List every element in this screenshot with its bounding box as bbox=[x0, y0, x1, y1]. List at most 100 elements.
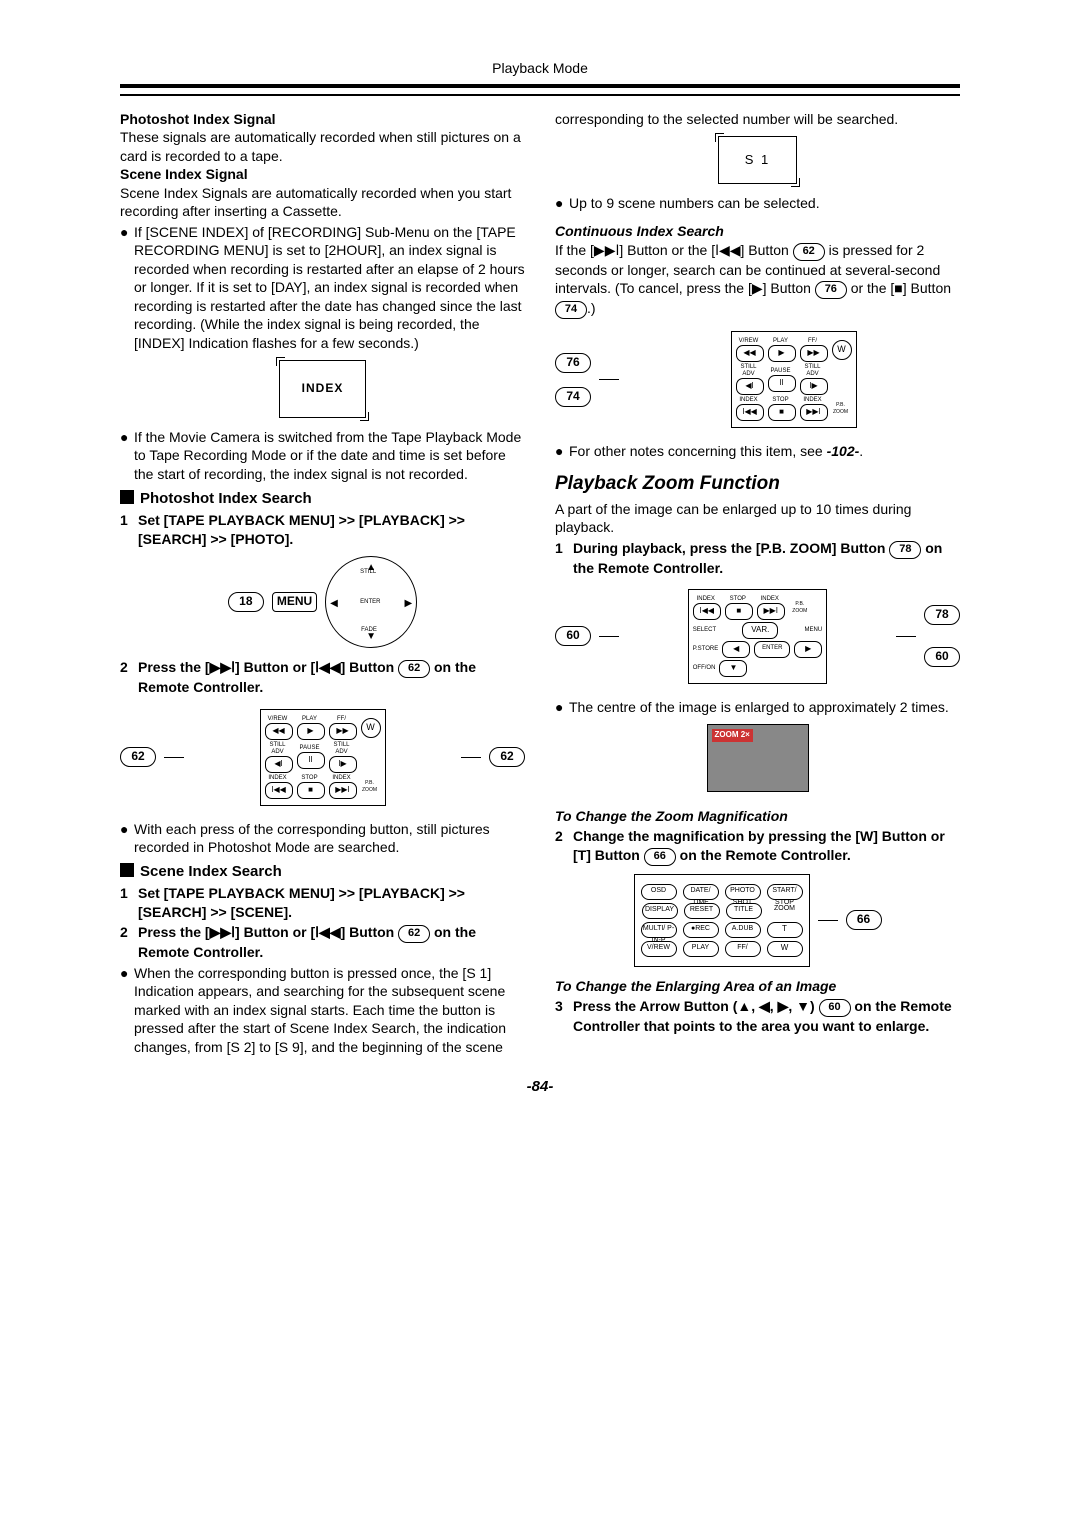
header-rule bbox=[120, 84, 960, 96]
two-column-layout: Photoshot Index Signal These signals are… bbox=[120, 110, 960, 1058]
figure-s1-box: S 1 bbox=[555, 136, 960, 183]
step-text: Press the [▶▶ⅼ] Button or [ⅼ◀◀] Button 6… bbox=[138, 658, 525, 696]
bullet-dot: ● bbox=[555, 442, 569, 460]
bullet-item: ● If [SCENE INDEX] of [RECORDING] Sub-Me… bbox=[120, 223, 525, 352]
paragraph: A part of the image can be enlarged up t… bbox=[555, 500, 960, 537]
step-number: 1 bbox=[555, 539, 573, 577]
paragraph: Scene Index Signals are automatically re… bbox=[120, 184, 525, 221]
step-2: 2 Press the [▶▶ⅼ] Button or [ⅼ◀◀] Button… bbox=[120, 658, 525, 696]
figure-remote-zoom: 60 INDEXⅼ◀◀ STOP■ INDEX▶▶ⅼ P.B. ZOOM SEL… bbox=[555, 585, 960, 688]
remote-icon: V/REW◀◀ PLAY▶ FF/▶▶ W STILL ADV◀ⅼ PAUSEⅼ… bbox=[260, 709, 386, 806]
step-number: 3 bbox=[555, 997, 573, 1035]
step-text: During playback, press the [P.B. ZOOM] B… bbox=[573, 539, 960, 577]
paragraph: These signals are automatically recorded… bbox=[120, 128, 525, 165]
heading-change-enlarging-area: To Change the Enlarging Area of an Image bbox=[555, 977, 960, 995]
ref-callout: 60 bbox=[924, 647, 960, 667]
screen-indicator-box: S 1 bbox=[718, 136, 798, 183]
paragraph: If the [▶▶ⅼ] Button or the [ⅼ◀◀] Button … bbox=[555, 241, 960, 319]
step-text: Press the [▶▶ⅼ] Button or [ⅼ◀◀] Button 6… bbox=[138, 923, 525, 961]
bullet-text: For other notes concerning this item, se… bbox=[569, 442, 960, 460]
leader-line bbox=[461, 757, 481, 758]
w-button-icon: W bbox=[361, 718, 381, 738]
ref-callout: 60 bbox=[819, 999, 851, 1017]
step-number: 1 bbox=[120, 884, 138, 921]
step-text: Set [TAPE PLAYBACK MENU] >> [PLAYBACK] >… bbox=[138, 511, 525, 548]
figure-remote-buttons: 62 V/REW◀◀ PLAY▶ FF/▶▶ W STILL ADV◀ⅼ PAU… bbox=[120, 705, 525, 810]
step-number: 1 bbox=[120, 511, 138, 548]
bullet-text: When the corresponding button is pressed… bbox=[134, 964, 525, 1056]
bullet-dot: ● bbox=[555, 698, 569, 716]
figure-remote-full: OSD DATE/ TIME PHOTO SHOT START/ STOP DI… bbox=[555, 874, 960, 967]
heading-photoshot-index-search: Photoshot Index Search bbox=[120, 489, 525, 509]
ref-callout: 66 bbox=[846, 910, 882, 930]
remote-icon: V/REW◀◀ PLAY▶ FF/▶▶ W STILL ADV◀ⅼ PAUSEⅼ… bbox=[731, 331, 857, 428]
square-bullet-icon bbox=[120, 863, 134, 877]
bullet-item: ● When the corresponding button is press… bbox=[120, 964, 525, 1056]
leader-line bbox=[896, 636, 916, 637]
step-2: 2 Change the magnification by pressing t… bbox=[555, 827, 960, 865]
bullet-item: ● If the Movie Camera is switched from t… bbox=[120, 428, 525, 483]
ref-callout: 62 bbox=[489, 747, 525, 767]
bullet-text: If [SCENE INDEX] of [RECORDING] Sub-Menu… bbox=[134, 223, 525, 352]
bullet-item: ● Up to 9 scene numbers can be selected. bbox=[555, 194, 960, 212]
w-button-icon: W bbox=[832, 340, 852, 360]
heading-scene-index-search: Scene Index Search bbox=[120, 862, 525, 882]
paragraph: corresponding to the selected number wil… bbox=[555, 110, 960, 128]
page-number: -84- bbox=[120, 1078, 960, 1095]
ref-callout: 74 bbox=[555, 387, 591, 407]
bullet-text: If the Movie Camera is switched from the… bbox=[134, 428, 525, 483]
remote-icon: INDEXⅼ◀◀ STOP■ INDEX▶▶ⅼ P.B. ZOOM SELECT… bbox=[688, 589, 827, 684]
bullet-dot: ● bbox=[120, 820, 134, 857]
ref-callout: 76 bbox=[815, 281, 847, 299]
heading-photoshot-index-signal: Photoshot Index Signal bbox=[120, 110, 525, 128]
ref-callout: 62 bbox=[120, 747, 156, 767]
step-text: Set [TAPE PLAYBACK MENU] >> [PLAYBACK] >… bbox=[138, 884, 525, 921]
page-header: Playback Mode bbox=[120, 60, 960, 76]
bullet-dot: ● bbox=[120, 223, 134, 352]
ref-callout: 74 bbox=[555, 301, 587, 319]
step-1: 1 Set [TAPE PLAYBACK MENU] >> [PLAYBACK]… bbox=[120, 884, 525, 921]
heading-continuous-index-search: Continuous Index Search bbox=[555, 222, 960, 240]
step-number: 2 bbox=[555, 827, 573, 865]
step-1: 1 During playback, press the [P.B. ZOOM]… bbox=[555, 539, 960, 577]
ref-callout: 78 bbox=[889, 541, 921, 559]
figure-index-box: INDEX bbox=[120, 360, 525, 418]
step-number: 2 bbox=[120, 658, 138, 696]
ref-callout: 62 bbox=[398, 660, 430, 678]
figure-remote-with-refs: 76 74 V/REW◀◀ PLAY▶ FF/▶▶ W STILL ADV◀ⅼ bbox=[555, 327, 960, 432]
heading-playback-zoom: Playback Zoom Function bbox=[555, 471, 960, 496]
step-number: 2 bbox=[120, 923, 138, 961]
screen-indicator-box: INDEX bbox=[279, 360, 367, 418]
step-3: 3 Press the Arrow Button (▲, ◀, ▶, ▼) 60… bbox=[555, 997, 960, 1035]
leader-line bbox=[599, 636, 619, 637]
bullet-text: With each press of the corresponding but… bbox=[134, 820, 525, 857]
ref-callout: 60 bbox=[555, 626, 591, 646]
step-text: Press the Arrow Button (▲, ◀, ▶, ▼) 60 o… bbox=[573, 997, 960, 1035]
ref-callout: 62 bbox=[793, 243, 825, 261]
bullet-item: ● The centre of the image is enlarged to… bbox=[555, 698, 960, 716]
leader-line bbox=[164, 757, 184, 758]
left-column: Photoshot Index Signal These signals are… bbox=[120, 110, 525, 1058]
figure-camera-dial: 18 MENU ▲ ▼ ◀ ▶ STILL FADE ENTER bbox=[120, 556, 525, 648]
leader-line bbox=[818, 920, 838, 921]
ref-callout: 18 bbox=[228, 592, 264, 612]
menu-callout: MENU bbox=[272, 592, 317, 612]
right-column: corresponding to the selected number wil… bbox=[555, 110, 960, 1058]
step-2: 2 Press the [▶▶ⅼ] Button or [ⅼ◀◀] Button… bbox=[120, 923, 525, 961]
bullet-text: The centre of the image is enlarged to a… bbox=[569, 698, 960, 716]
bullet-dot: ● bbox=[555, 194, 569, 212]
manual-page: Playback Mode Photoshot Index Signal The… bbox=[60, 0, 1020, 1155]
heading-scene-index-signal: Scene Index Signal bbox=[120, 165, 525, 183]
bullet-item: ● For other notes concerning this item, … bbox=[555, 442, 960, 460]
ref-callout: 62 bbox=[398, 925, 430, 943]
heading-change-zoom-mag: To Change the Zoom Magnification bbox=[555, 807, 960, 825]
square-bullet-icon bbox=[120, 490, 134, 504]
step-1: 1 Set [TAPE PLAYBACK MENU] >> [PLAYBACK]… bbox=[120, 511, 525, 548]
ref-callout: 78 bbox=[924, 605, 960, 625]
bullet-text: Up to 9 scene numbers can be selected. bbox=[569, 194, 960, 212]
figure-zoom-thumbnail: ZOOM 2× bbox=[555, 724, 960, 796]
zoom-preview-icon: ZOOM 2× bbox=[707, 724, 809, 792]
ref-callout: 66 bbox=[644, 848, 676, 866]
leader-line bbox=[599, 379, 619, 380]
bullet-dot: ● bbox=[120, 964, 134, 1056]
